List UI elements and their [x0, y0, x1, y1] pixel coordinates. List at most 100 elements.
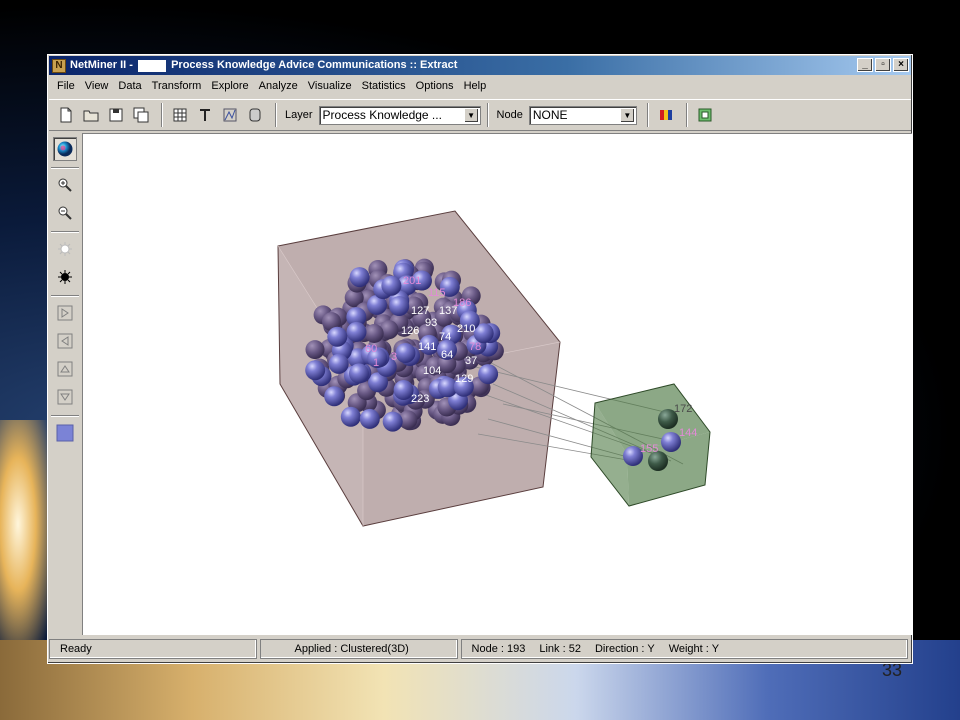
export-icon[interactable] [694, 104, 716, 126]
node-label: 201 [403, 275, 421, 287]
node-label: 127 [411, 305, 429, 317]
status-ready: Ready [60, 643, 92, 655]
node-label: 37 [465, 355, 477, 367]
node-sphere[interactable] [381, 275, 402, 296]
toolbar-separator [51, 295, 79, 297]
node-sphere[interactable] [305, 360, 326, 381]
title-document: Process Knowledge Advice Communications … [171, 59, 458, 72]
zoom-in-icon[interactable] [53, 173, 77, 197]
toolbar-separator [685, 103, 688, 127]
toolbar-separator [486, 103, 489, 127]
globe-icon[interactable] [53, 137, 77, 161]
rotate-up-icon[interactable] [53, 357, 77, 381]
status-info-panel: Node : 193 Link : 52 Direction : Y Weigh… [460, 639, 908, 659]
layer-label: Layer [285, 109, 313, 121]
restore-button[interactable]: ▫ [875, 58, 891, 72]
status-applied-panel: Applied : Clustered(3D) [259, 639, 458, 659]
save-all-icon[interactable] [130, 104, 152, 126]
menu-data[interactable]: Data [114, 80, 147, 92]
toolbar-separator [275, 103, 277, 127]
status-node-count: Node : 193 [471, 643, 526, 655]
menu-help[interactable]: Help [460, 80, 493, 92]
status-weight: Weight : Y [668, 643, 720, 655]
node-sphere[interactable] [661, 432, 681, 452]
node-sphere[interactable] [389, 296, 410, 316]
menu-options[interactable]: Options [412, 80, 460, 92]
layout-icon[interactable] [219, 104, 241, 126]
minimize-button[interactable]: _ [857, 58, 873, 72]
grid-icon[interactable] [169, 104, 191, 126]
status-ready-panel: Ready [49, 639, 257, 659]
node-sphere[interactable] [327, 326, 348, 347]
light-on-icon[interactable] [53, 237, 77, 261]
node-sphere[interactable] [478, 364, 499, 385]
node-sphere[interactable] [349, 267, 370, 288]
menu-analyze[interactable]: Analyze [255, 80, 304, 92]
chevron-down-icon[interactable]: ▼ [463, 107, 479, 123]
toolbar-separator [51, 167, 79, 169]
node-label: 144 [679, 427, 697, 439]
netminer-window: N NetMiner II - Process Knowledge Advice… [47, 54, 913, 664]
new-file-icon[interactable] [55, 104, 77, 126]
node-sphere[interactable] [328, 353, 349, 374]
node-label: 64 [441, 349, 453, 361]
menu-transform[interactable]: Transform [148, 80, 208, 92]
menu-file[interactable]: File [53, 80, 81, 92]
node-style-icon[interactable] [244, 104, 266, 126]
node-sphere[interactable] [305, 340, 325, 360]
title-redacted-block [138, 59, 167, 72]
node-sphere[interactable] [364, 324, 384, 343]
node-sphere[interactable] [340, 406, 361, 427]
node-sphere[interactable] [359, 408, 380, 429]
rotate-right-icon[interactable] [53, 301, 77, 325]
main-toolbar: Layer Process Knowledge ... ▼ Node NONE … [49, 99, 911, 131]
zoom-out-icon[interactable] [53, 201, 77, 225]
node-sphere[interactable] [395, 343, 416, 363]
node-sphere[interactable] [382, 411, 403, 432]
node-sphere[interactable] [324, 386, 345, 407]
node-label: 1 [373, 357, 379, 369]
menu-visualize[interactable]: Visualize [304, 80, 358, 92]
window-title: NetMiner II - Process Knowledge Advice C… [70, 59, 458, 72]
node-label: Node [496, 109, 523, 121]
network-graph[interactable]: 127 13793126 2107414164 3710412922320111518… [83, 134, 913, 636]
rotate-down-icon[interactable] [53, 385, 77, 409]
rotate-left-icon[interactable] [53, 329, 77, 353]
light-off-icon[interactable] [53, 265, 77, 289]
app-icon[interactable]: N [52, 58, 66, 73]
node-label: 155 [640, 443, 658, 455]
menu-explore[interactable]: Explore [207, 80, 254, 92]
node-label: 3 [391, 351, 397, 363]
title-bar[interactable]: N NetMiner II - Process Knowledge Advice… [49, 56, 911, 75]
toolbar-separator [646, 103, 649, 127]
node-label: 141 [418, 341, 436, 353]
network-canvas[interactable]: 127 137 93 126 210 74 141 64 37 104 129 223 201 115 18… [82, 133, 912, 635]
title-app-name: NetMiner II - [70, 59, 133, 72]
node-label: 115 [428, 287, 446, 299]
node-label: 129 [455, 373, 473, 385]
node-label: 93 [425, 317, 437, 329]
open-folder-icon[interactable] [80, 104, 102, 126]
close-button[interactable]: × [893, 58, 909, 72]
window-controls: _ ▫ × [857, 58, 909, 72]
node-select[interactable]: NONE ▼ [528, 105, 637, 125]
layer-select[interactable]: Process Knowledge ... ▼ [318, 105, 481, 125]
node-label: 74 [439, 331, 451, 343]
background-color-icon[interactable] [53, 421, 77, 445]
save-icon[interactable] [105, 104, 127, 126]
node-label: 104 [423, 365, 441, 377]
text-icon[interactable] [194, 104, 216, 126]
node-sphere[interactable] [349, 363, 369, 384]
status-applied: Applied : Clustered(3D) [294, 643, 409, 655]
menu-view[interactable]: View [81, 80, 115, 92]
menu-statistics[interactable]: Statistics [358, 80, 412, 92]
chevron-down-icon[interactable]: ▼ [619, 107, 635, 123]
node-label: 172 [674, 403, 692, 415]
node-sphere[interactable] [346, 321, 367, 342]
node-label: 60 [365, 343, 377, 355]
left-toolbar [49, 133, 81, 633]
color-palette-icon[interactable] [655, 104, 677, 126]
status-direction: Direction : Y [594, 643, 655, 655]
node-label: 210 [457, 323, 475, 335]
node-select-value: NONE [532, 108, 568, 122]
